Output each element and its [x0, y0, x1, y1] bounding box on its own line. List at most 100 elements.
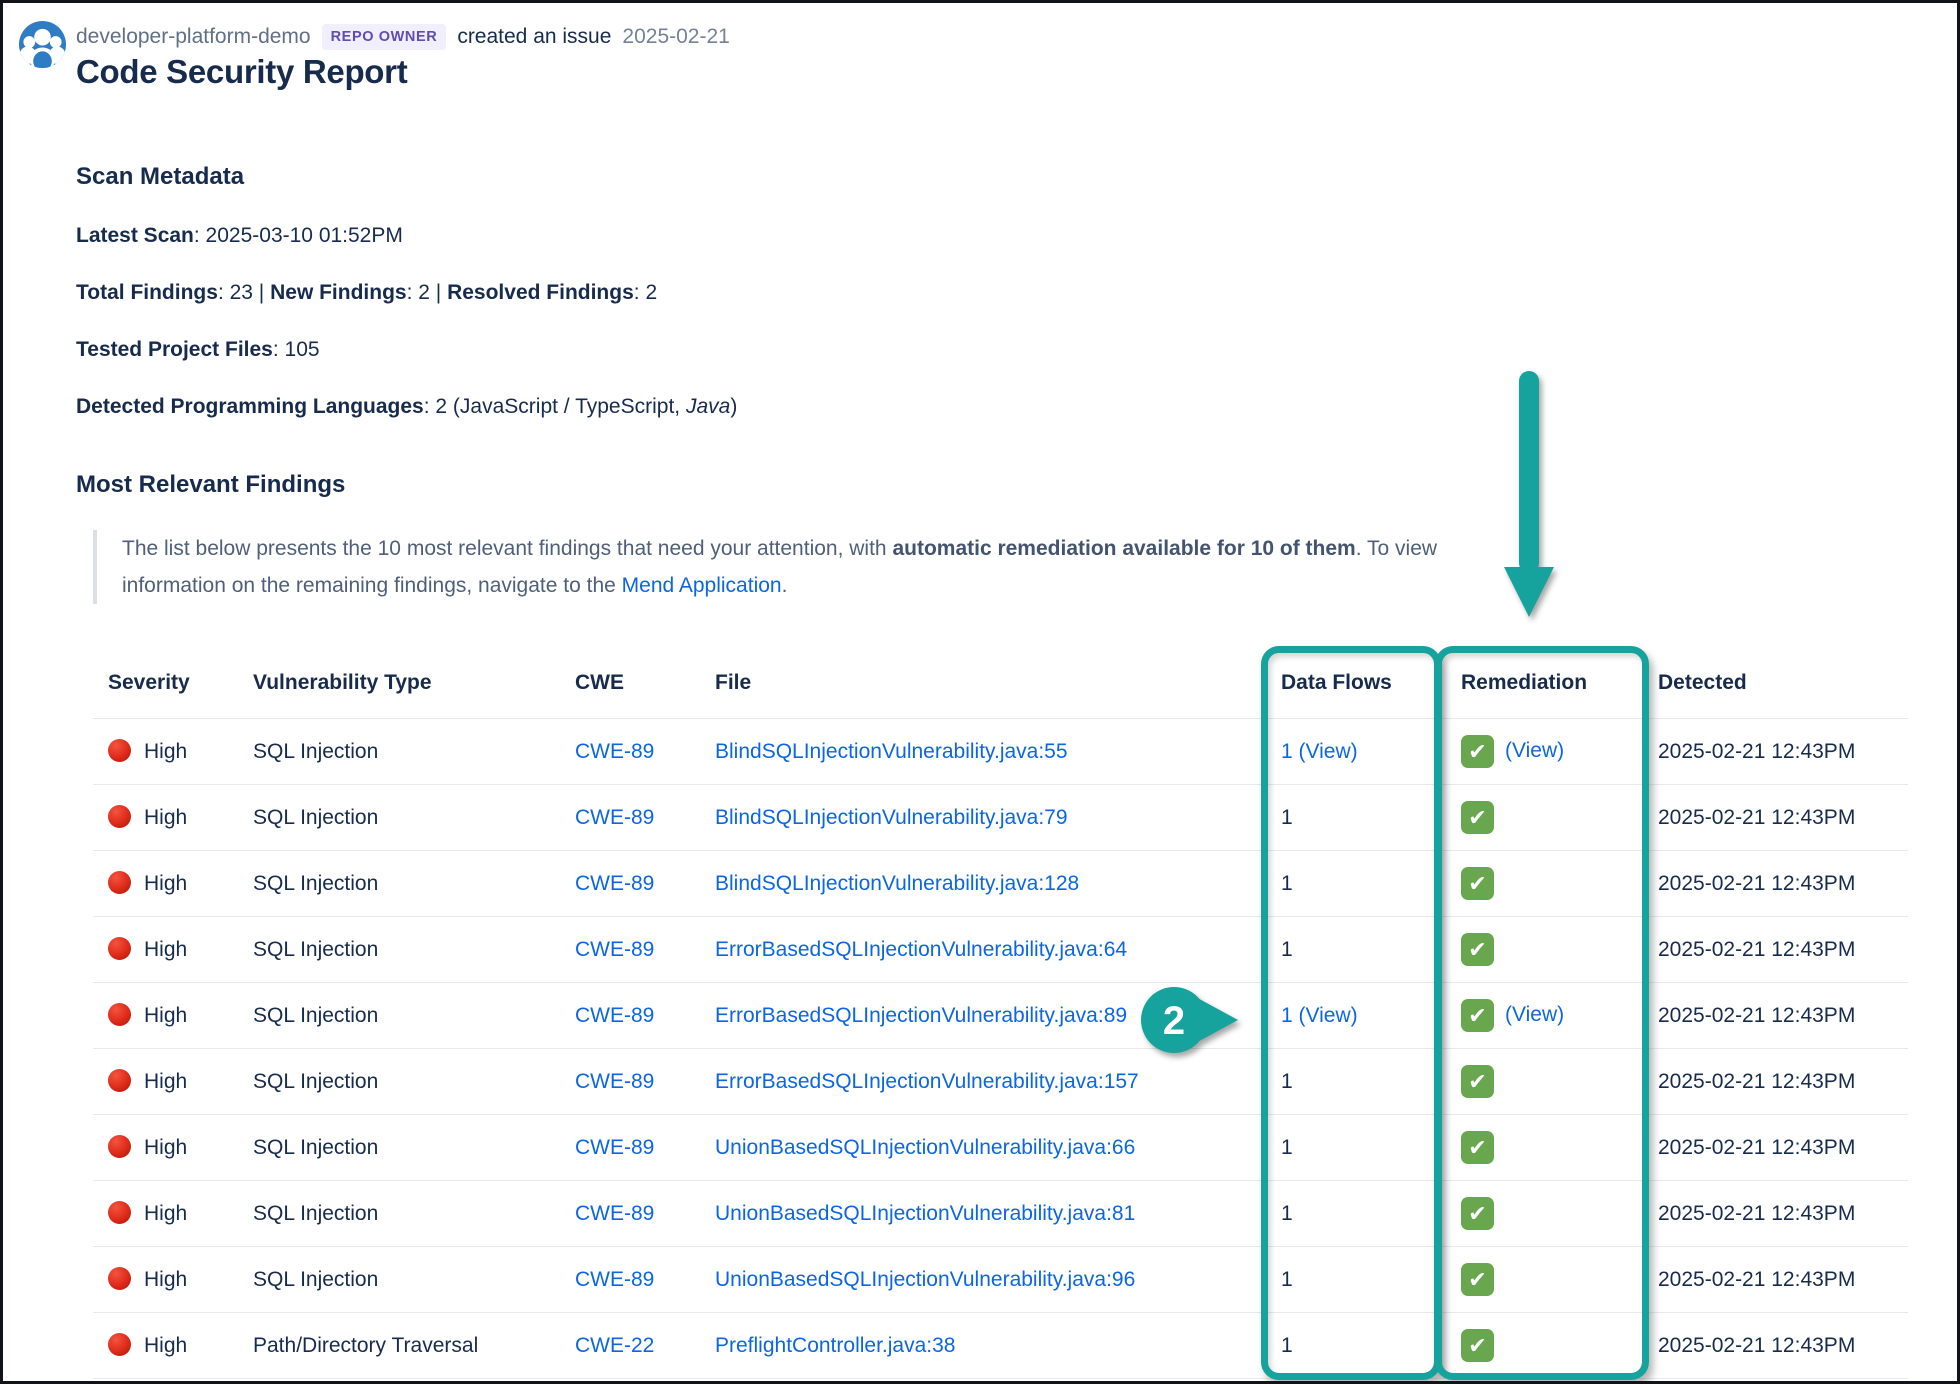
column-header-cwe: CWE: [560, 648, 700, 719]
resolved-findings-label: Resolved Findings: [447, 281, 634, 304]
file-link[interactable]: UnionBasedSQLInjectionVulnerability.java…: [715, 1136, 1135, 1159]
vulnerability-type-cell: SQL Injection: [238, 719, 560, 785]
detected-cell: 2025-02-21 12:43PM: [1650, 917, 1908, 983]
high-severity-dot-icon: [108, 1201, 131, 1224]
severity-cell: High: [93, 917, 238, 983]
page-title: Code Security Report: [76, 53, 407, 91]
languages-value-italic: Java: [686, 395, 730, 418]
severity-cell: High: [93, 1247, 238, 1313]
cwe-link[interactable]: CWE-22: [575, 1334, 654, 1357]
detected-timestamp: 2025-02-21 12:43PM: [1658, 1136, 1855, 1159]
remediation-annotation-box: [1435, 646, 1649, 1380]
file-link[interactable]: PreflightController.java:38: [715, 1334, 955, 1357]
file-cell: BlindSQLInjectionVulnerability.java:79: [700, 785, 1248, 851]
severity-cell: High: [93, 1313, 238, 1379]
team-avatar[interactable]: [19, 21, 66, 68]
high-severity-dot-icon: [108, 1135, 131, 1158]
severity-label: High: [144, 1202, 187, 1225]
cwe-link[interactable]: CWE-89: [575, 1268, 654, 1291]
file-cell: UnionBasedSQLInjectionVulnerability.java…: [700, 1181, 1248, 1247]
mend-application-link[interactable]: Mend Application: [622, 574, 782, 597]
languages-value: : 2 (JavaScript / TypeScript,: [424, 395, 686, 418]
severity-cell: High: [93, 1049, 238, 1115]
new-findings-value: : 2 |: [407, 281, 447, 304]
detected-timestamp: 2025-02-21 12:43PM: [1658, 872, 1855, 895]
findings-summary-line: Total Findings: 23 | New Findings: 2 | R…: [76, 281, 657, 305]
cwe-cell: CWE-89: [560, 983, 700, 1049]
detected-timestamp: 2025-02-21 12:43PM: [1658, 1268, 1855, 1291]
detected-timestamp: 2025-02-21 12:43PM: [1658, 1202, 1855, 1225]
resolved-findings-value: : 2: [634, 281, 657, 304]
file-link[interactable]: BlindSQLInjectionVulnerability.java:128: [715, 872, 1079, 895]
cwe-link[interactable]: CWE-89: [575, 1070, 654, 1093]
severity-label: High: [144, 1136, 187, 1159]
file-link[interactable]: ErrorBasedSQLInjectionVulnerability.java…: [715, 1004, 1127, 1027]
cwe-link[interactable]: CWE-89: [575, 1136, 654, 1159]
vulnerability-type-cell: SQL Injection: [238, 1247, 560, 1313]
issue-action-text: created an issue: [457, 25, 611, 49]
author-name[interactable]: developer-platform-demo: [76, 25, 311, 49]
cwe-link[interactable]: CWE-89: [575, 740, 654, 763]
severity-cell: High: [93, 1181, 238, 1247]
column-header-file: File: [700, 648, 1248, 719]
most-relevant-findings-heading: Most Relevant Findings: [76, 471, 345, 499]
cwe-link[interactable]: CWE-89: [575, 938, 654, 961]
file-link[interactable]: ErrorBasedSQLInjectionVulnerability.java…: [715, 938, 1127, 961]
latest-scan-label: Latest Scan: [76, 224, 194, 247]
detected-cell: 2025-02-21 12:43PM: [1650, 719, 1908, 785]
severity-cell: High: [93, 719, 238, 785]
severity-cell: High: [93, 1115, 238, 1181]
data-flows-annotation-box: [1261, 646, 1441, 1380]
note-text-bold: automatic remediation available for 10 o…: [892, 537, 1355, 560]
cwe-link[interactable]: CWE-89: [575, 872, 654, 895]
file-link[interactable]: BlindSQLInjectionVulnerability.java:55: [715, 740, 1068, 763]
tested-files-label: Tested Project Files: [76, 338, 273, 361]
cwe-cell: CWE-89: [560, 851, 700, 917]
tested-files-value: : 105: [273, 338, 320, 361]
detected-cell: 2025-02-21 12:43PM: [1650, 1247, 1908, 1313]
cwe-link[interactable]: CWE-89: [575, 1202, 654, 1225]
file-link[interactable]: UnionBasedSQLInjectionVulnerability.java…: [715, 1268, 1135, 1291]
issue-created-date: 2025-02-21: [622, 25, 729, 49]
detected-cell: 2025-02-21 12:43PM: [1650, 1313, 1908, 1379]
vulnerability-type-label: SQL Injection: [253, 1268, 378, 1291]
column-header-vulnerability-type: Vulnerability Type: [238, 648, 560, 719]
severity-label: High: [144, 1268, 187, 1291]
repo-owner-badge: REPO OWNER: [322, 24, 447, 50]
high-severity-dot-icon: [108, 805, 131, 828]
file-link[interactable]: UnionBasedSQLInjectionVulnerability.java…: [715, 1202, 1135, 1225]
tested-files-line: Tested Project Files: 105: [76, 338, 320, 362]
cwe-cell: CWE-22: [560, 1313, 700, 1379]
file-link[interactable]: BlindSQLInjectionVulnerability.java:79: [715, 806, 1068, 829]
severity-cell: High: [93, 851, 238, 917]
vulnerability-type-cell: SQL Injection: [238, 785, 560, 851]
vulnerability-type-label: SQL Injection: [253, 1070, 378, 1093]
languages-value-close: ): [730, 395, 737, 418]
vulnerability-type-cell: SQL Injection: [238, 1181, 560, 1247]
total-findings-value: : 23 |: [218, 281, 270, 304]
vulnerability-type-label: SQL Injection: [253, 806, 378, 829]
vulnerability-type-label: SQL Injection: [253, 1202, 378, 1225]
severity-label: High: [144, 1070, 187, 1093]
languages-label: Detected Programming Languages: [76, 395, 424, 418]
cwe-link[interactable]: CWE-89: [575, 1004, 654, 1027]
file-cell: ErrorBasedSQLInjectionVulnerability.java…: [700, 917, 1248, 983]
team-avatar-icon: [19, 21, 66, 68]
total-findings-label: Total Findings: [76, 281, 218, 304]
note-text-2: . To view: [1356, 537, 1437, 560]
detected-timestamp: 2025-02-21 12:43PM: [1658, 1334, 1855, 1357]
vulnerability-type-cell: SQL Injection: [238, 983, 560, 1049]
vulnerability-type-cell: SQL Injection: [238, 1115, 560, 1181]
latest-scan-value: : 2025-03-10 01:52PM: [194, 224, 403, 247]
cwe-cell: CWE-89: [560, 917, 700, 983]
annotation-step-2-label: 2: [1163, 999, 1185, 1043]
severity-cell: High: [93, 983, 238, 1049]
file-cell: BlindSQLInjectionVulnerability.java:128: [700, 851, 1248, 917]
file-link[interactable]: ErrorBasedSQLInjectionVulnerability.java…: [715, 1070, 1139, 1093]
high-severity-dot-icon: [108, 871, 131, 894]
detected-timestamp: 2025-02-21 12:43PM: [1658, 1004, 1855, 1027]
detected-timestamp: 2025-02-21 12:43PM: [1658, 806, 1855, 829]
cwe-link[interactable]: CWE-89: [575, 806, 654, 829]
cwe-cell: CWE-89: [560, 785, 700, 851]
severity-label: High: [144, 938, 187, 961]
